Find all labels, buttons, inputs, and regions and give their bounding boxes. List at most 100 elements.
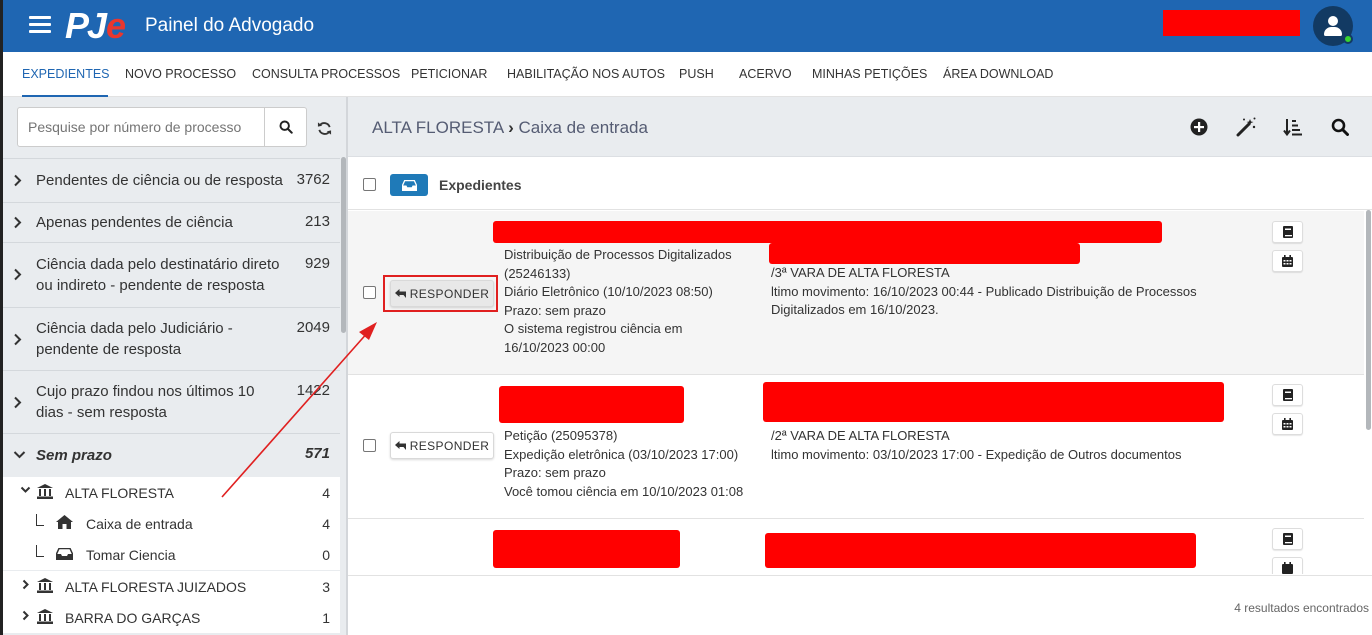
search-icon [1331,118,1349,136]
search-button[interactable] [264,107,307,147]
add-button[interactable] [1189,117,1209,137]
home-icon [56,515,73,529]
doc-type: Distribuição de Processos Digitalizados [504,247,732,262]
logo-e: e [106,5,127,46]
row-court-info: /3ª VARA DE ALTA FLORESTA ltimo moviment… [771,264,1231,320]
filter-count: 1422 [296,382,330,399]
tree-elbow [36,545,44,557]
refresh-button[interactable] [313,117,335,139]
calendar-button[interactable] [1272,250,1303,272]
filter-ciencia-judiciario[interactable]: Ciência dada pelo Judiciário - pendente … [3,307,340,370]
redacted-process-number [493,530,680,568]
chevron-right-icon [14,174,22,187]
filter-sem-prazo[interactable]: Sem prazo 571 [3,433,340,476]
tab-acervo[interactable]: ACERVO [739,52,792,97]
filter-count: 3762 [296,171,330,188]
filter-ciencia-destinatario[interactable]: Ciência dada pelo destinatário direto ou… [3,242,340,307]
last-movement: ltimo movimento: 16/10/2023 00:44 - Publ… [771,283,1197,299]
tree-label: ALTA FLORESTA [65,485,174,501]
plus-circle-icon [1190,118,1208,136]
sort-button[interactable] [1283,117,1303,137]
view-details-button[interactable] [1272,221,1303,243]
row-checkbox[interactable] [363,439,376,452]
chevron-right-icon [14,396,22,409]
magic-wand-icon [1236,117,1256,137]
top-bar: PJ e Painel do Advogado [3,0,1372,52]
inbox-button[interactable] [390,174,428,196]
tree-label: Tomar Ciencia [86,547,176,563]
doc-type: Petição (25095378) [504,428,618,443]
calendar-icon [1282,255,1293,267]
list-item[interactable]: RESPONDER Distribuição de Processos Digi… [348,211,1364,375]
main-tabs: EXPEDIENTES NOVO PROCESSO CONSULTA PROCE… [3,52,1372,97]
last-movement-cont: Digitalizados em 16/10/2023. [771,302,939,317]
tab-area-download[interactable]: ÁREA DOWNLOAD [943,52,1053,97]
search-list-button[interactable] [1330,117,1350,137]
courthouse-icon [37,484,53,499]
responder-button[interactable]: RESPONDER [390,280,494,307]
tab-peticionar[interactable]: PETICIONAR [411,52,487,97]
calendar-button[interactable] [1272,413,1303,435]
tree-item-barra-do-garcas[interactable]: BARRA DO GARÇAS 1 [3,602,340,633]
chevron-down-icon [13,451,26,459]
doc-ciencia-date: 16/10/2023 00:00 [504,339,606,355]
list-scrollbar[interactable] [1366,210,1371,430]
calendar-button[interactable] [1272,557,1303,574]
tree-item-tomar-ciencia[interactable]: Tomar Ciencia 0 [3,539,340,570]
responder-button[interactable]: RESPONDER [390,432,494,459]
tree-item-alta-floresta[interactable]: ALTA FLORESTA 4 [3,477,340,508]
tab-novo-processo[interactable]: NOVO PROCESSO [125,52,236,97]
breadcrumb-current: Caixa de entrada [518,118,648,137]
list-item[interactable]: RESPONDER Petição (25095378) Expedição e… [348,375,1364,519]
tree-label: ALTA FLORESTA JUIZADOS [65,579,247,595]
row-checkbox[interactable] [363,286,376,299]
tab-push[interactable]: PUSH [679,52,714,97]
tree-item-caixa-de-entrada[interactable]: Caixa de entrada 4 [3,508,340,539]
tab-habilitacao-nos-autos[interactable]: HABILITAÇÃO NOS AUTOS [507,52,665,97]
tab-minhas-peticoes[interactable]: MINHAS PETIÇÕES [812,52,927,97]
filter-prazo-findou[interactable]: Cujo prazo findou nos últimos 10 dias - … [3,370,340,433]
row-court-info: /2ª VARA DE ALTA FLORESTA ltimo moviment… [771,427,1231,464]
view-details-button[interactable] [1272,384,1303,406]
redacted-parties [763,382,1224,422]
filter-pendentes-ciencia-resposta[interactable]: Pendentes de ciência ou de resposta 3762 [3,158,340,202]
tree-item-alta-floresta-juizados[interactable]: ALTA FLORESTA JUIZADOS 3 [3,571,340,602]
tree-label: BARRA DO GARÇAS [65,610,201,626]
tab-consulta-processos[interactable]: CONSULTA PROCESSOS [252,52,400,97]
tab-expedientes[interactable]: EXPEDIENTES [22,52,110,97]
filter-count: 929 [304,255,330,272]
chevron-right-icon [22,579,29,590]
book-icon [1282,533,1293,545]
menu-icon[interactable] [29,16,51,34]
chevron-right-icon [14,268,22,281]
filter-apenas-pendentes-ciencia[interactable]: Apenas pendentes de ciência 213 [3,202,340,242]
court-name: /3ª VARA DE ALTA FLORESTA [771,265,950,280]
list-header: Expedientes [348,158,1372,210]
doc-deadline: Prazo: sem prazo [504,465,606,480]
filter-label: Cujo prazo findou nos últimos 10 dias - … [36,383,255,421]
refresh-icon [317,121,331,135]
view-details-button[interactable] [1272,528,1303,550]
breadcrumb-root[interactable]: ALTA FLORESTA [372,118,503,137]
row-doc-info: Petição (25095378) Expedição eletrônica … [504,427,754,501]
list-header-label: Expedientes [439,177,522,193]
pje-logo[interactable]: PJ e [65,5,127,46]
doc-id: (25246133) [504,265,571,281]
app-title: Painel do Advogado [145,15,315,36]
list-item[interactable] [348,519,1364,574]
user-avatar[interactable] [1313,6,1353,46]
inbox-icon [56,548,73,560]
redacted-process-number [499,386,684,423]
inbox-icon [401,179,417,191]
chevron-right-icon [14,216,22,229]
filter-count: 2049 [296,319,330,336]
chevron-right-icon [14,333,22,346]
process-search-input[interactable] [17,107,265,147]
sidebar-scrollbar[interactable] [341,157,346,333]
select-all-checkbox[interactable] [363,178,376,191]
chevron-right-icon [22,610,29,621]
magic-wand-button[interactable] [1236,117,1256,137]
court-name: /2ª VARA DE ALTA FLORESTA [771,428,950,443]
logo-pj: PJ [65,5,107,46]
redacted-parties [765,533,1196,568]
